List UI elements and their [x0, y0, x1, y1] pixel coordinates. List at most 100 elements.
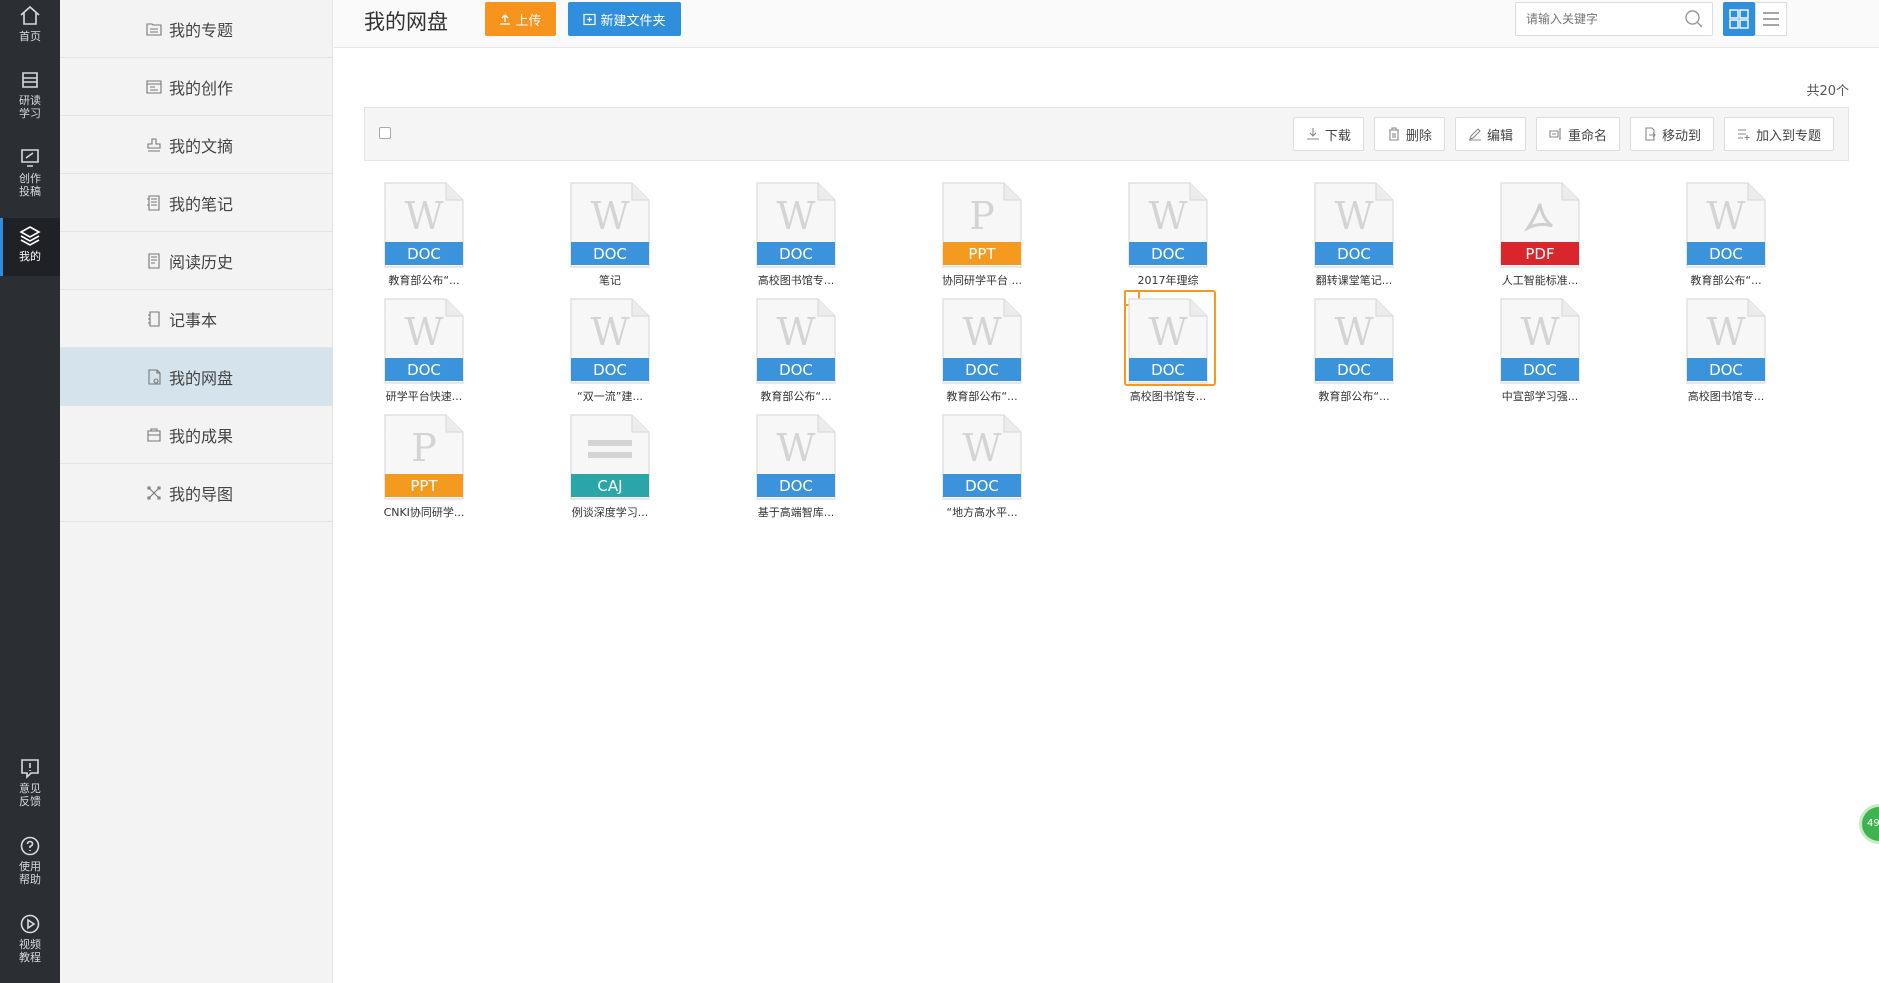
- grid-view-button[interactable]: [1723, 2, 1755, 36]
- file-name: 教育部公布“...: [388, 274, 460, 287]
- file-name: 翻转课堂笔记...: [1315, 274, 1393, 287]
- file-type-label: DOC: [1151, 245, 1185, 263]
- subnav-item-3[interactable]: 我的笔记: [60, 174, 332, 232]
- toolbar-button-label: 移动到: [1661, 128, 1701, 144]
- list-icon: [1763, 12, 1779, 26]
- rail-item-mine[interactable]: 我的: [0, 218, 60, 276]
- subnav-label: 我的创作: [169, 78, 234, 98]
- new-folder-button[interactable]: 新建文件夹: [568, 2, 681, 36]
- file-item[interactable]: W DOC 高校图书馆专...: [1108, 290, 1228, 408]
- upload-button[interactable]: 上传: [485, 2, 556, 36]
- search-icon[interactable]: [1684, 9, 1704, 29]
- rail-item-create[interactable]: 创作 投稿: [0, 146, 60, 208]
- file-item[interactable]: W DOC 高校图书馆专...: [736, 180, 856, 292]
- subnav-item-6[interactable]: 我的网盘: [60, 348, 332, 406]
- file-item[interactable]: W DOC 2017年理综: [1108, 180, 1228, 292]
- file-item[interactable]: W DOC 教育部公布“...: [1666, 180, 1786, 292]
- subnav-item-1[interactable]: 我的创作: [60, 58, 332, 116]
- file-type-label: PPT: [968, 245, 996, 263]
- play-icon: [20, 914, 40, 934]
- file-item[interactable]: W DOC 基于高端智库...: [736, 412, 856, 524]
- file-item[interactable]: PDF 人工智能标准...: [1480, 180, 1600, 292]
- list-view-button[interactable]: [1755, 2, 1787, 36]
- file-item[interactable]: W DOC “双一流”建...: [550, 296, 670, 408]
- subnav-item-8[interactable]: 我的导图: [60, 464, 332, 522]
- subnav-item-5[interactable]: 记事本: [60, 290, 332, 348]
- file-item[interactable]: P PPT 协同研学平台 ...: [922, 180, 1042, 292]
- file-item[interactable]: W DOC “地方高水平...: [922, 412, 1042, 524]
- file-glyph: W: [1706, 194, 1745, 238]
- file-item[interactable]: W DOC 教育部公布“...: [364, 180, 484, 292]
- file-type-label: DOC: [779, 477, 813, 495]
- file-type-label: DOC: [593, 245, 627, 263]
- toolbar-button-label: 下载: [1324, 128, 1351, 144]
- file-item[interactable]: W DOC 教育部公布“...: [736, 296, 856, 408]
- toolbar-button-trash[interactable]: 删除: [1373, 117, 1445, 151]
- toolbar-button-label: 删除: [1405, 128, 1432, 144]
- page-title: 我的网盘: [364, 10, 448, 34]
- file-name: 教育部公布“...: [1318, 390, 1390, 403]
- upload-icon: [500, 14, 511, 25]
- rail-item-home[interactable]: 首页: [0, 0, 60, 52]
- file-item[interactable]: W DOC 高校图书馆专...: [1666, 296, 1786, 408]
- subnav-label: 我的文摘: [169, 136, 234, 156]
- rail-item-help[interactable]: 使用 帮助: [0, 834, 60, 896]
- file-item[interactable]: P PPT CNKI协同研学...: [364, 412, 484, 524]
- file-type-label: DOC: [1709, 245, 1743, 263]
- rail-item-study[interactable]: 研读 学习: [0, 68, 60, 130]
- file-name: 2017年理综: [1137, 274, 1199, 287]
- file-item[interactable]: W DOC 教育部公布“...: [922, 296, 1042, 408]
- subnav-label: 我的导图: [169, 484, 234, 504]
- file-item[interactable]: W DOC 翻转课堂笔记...: [1294, 180, 1414, 292]
- rail-label: 视频 教程: [19, 938, 41, 964]
- add-topic-icon: [1737, 129, 1750, 140]
- subnav-label: 我的成果: [169, 426, 234, 446]
- subnav-item-4[interactable]: 阅读历史: [60, 232, 332, 290]
- rail-item-video[interactable]: 视频 教程: [0, 912, 60, 974]
- feedback-icon: [21, 759, 39, 779]
- file-glyph: P: [969, 194, 995, 238]
- file-item[interactable]: W DOC 笔记: [550, 180, 670, 292]
- file-name: 高校图书馆专...: [1687, 390, 1765, 403]
- doc-file-icon: W DOC: [942, 414, 1022, 500]
- file-type-label: DOC: [593, 361, 627, 379]
- edit-icon: [1468, 128, 1481, 141]
- new-folder-icon: [583, 13, 597, 25]
- subnav-item-0[interactable]: 我的专题: [60, 0, 332, 58]
- file-name: 教育部公布“...: [1690, 274, 1762, 287]
- rail-label: 使用 帮助: [19, 860, 41, 886]
- file-glyph: P: [411, 426, 437, 470]
- file-type-label: DOC: [965, 361, 999, 379]
- file-type-label: PDF: [1525, 245, 1554, 263]
- subnav-item-2[interactable]: 我的文摘: [60, 116, 332, 174]
- rail-item-feedback[interactable]: 意见 反馈: [0, 756, 60, 818]
- mindmap-icon: [147, 485, 161, 500]
- select-all-checkbox[interactable]: [379, 127, 391, 139]
- file-item[interactable]: CAJ 例谈深度学习...: [550, 412, 670, 524]
- ppt-file-icon: P PPT: [384, 414, 464, 500]
- file-name: 例谈深度学习...: [571, 506, 649, 519]
- rail-label: 创作 投稿: [19, 172, 41, 198]
- search-input[interactable]: [1516, 3, 1676, 35]
- file-item[interactable]: W DOC 教育部公布“...: [1294, 296, 1414, 408]
- file-type-label: DOC: [407, 245, 441, 263]
- doc-file-icon: W DOC: [1128, 182, 1208, 268]
- file-name: “双一流”建...: [577, 390, 643, 403]
- toolbar-button-add-topic[interactable]: 加入到专题: [1723, 117, 1834, 151]
- file-type-label: CAJ: [597, 477, 622, 495]
- file-type-label: DOC: [965, 477, 999, 495]
- toolbar-button-move[interactable]: 移动到: [1629, 117, 1714, 151]
- file-item[interactable]: W DOC 中宣部学习强...: [1480, 296, 1600, 408]
- subnav-label: 记事本: [169, 310, 218, 330]
- toolbar-button-rename[interactable]: 重命名: [1535, 117, 1620, 151]
- main-panel: 我的网盘 上传 新建文件夹 共20个 下载 删除 编辑 重命名 移动到 加入到专题 W DO…: [334, 0, 1879, 983]
- toolbar-buttons: 下载 删除 编辑 重命名 移动到 加入到专题: [1292, 117, 1834, 151]
- doc-file-icon: W DOC: [1314, 182, 1394, 268]
- subnav-item-7[interactable]: 我的成果: [60, 406, 332, 464]
- file-item[interactable]: W DOC 研学平台快速...: [364, 296, 484, 408]
- file-glyph: W: [1706, 310, 1745, 354]
- toolbar-button-edit[interactable]: 编辑: [1454, 117, 1526, 151]
- file-glyph: W: [590, 310, 629, 354]
- download-icon: [1306, 128, 1319, 140]
- toolbar-button-download[interactable]: 下载: [1292, 117, 1364, 151]
